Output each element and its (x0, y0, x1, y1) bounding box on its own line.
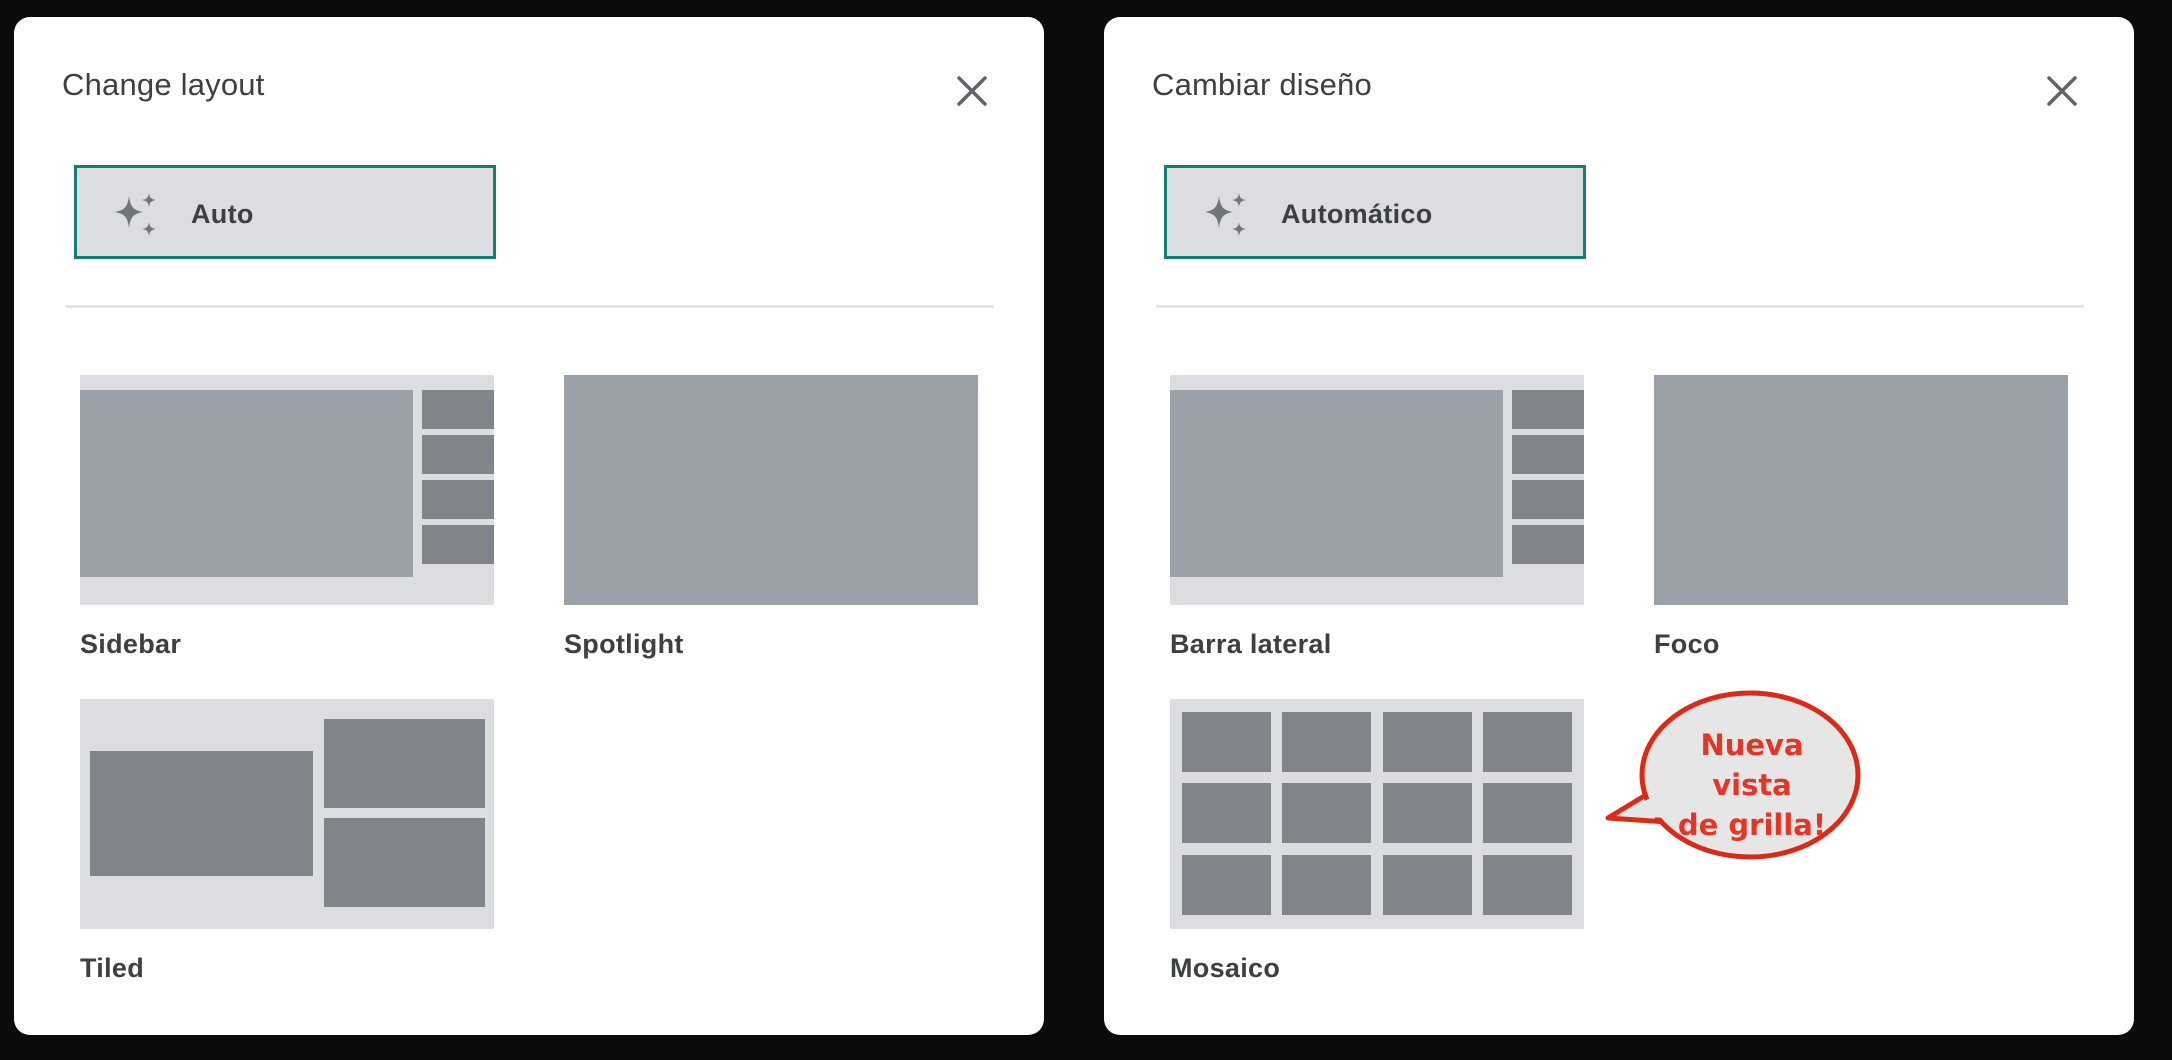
dialog-title: Change layout (62, 67, 265, 102)
dialog-title: Cambiar diseño (1152, 67, 1372, 102)
close-button[interactable] (2040, 69, 2084, 113)
auto-layout-button[interactable]: Auto (74, 165, 496, 259)
layout-option-sidebar[interactable]: Barra lateral (1170, 375, 1584, 659)
layout-option-label: Barra lateral (1170, 629, 1332, 659)
divider (66, 305, 994, 308)
layout-option-label: Foco (1654, 629, 1720, 659)
close-button[interactable] (950, 69, 994, 113)
callout-line-2: de grilla! (1677, 808, 1827, 842)
divider (1156, 305, 2084, 308)
layout-option-label: Mosaico (1170, 953, 1281, 983)
layout-option-label: Spotlight (564, 629, 684, 659)
spotlight-thumbnail (564, 375, 978, 605)
auto-layout-button[interactable]: Automático (1164, 165, 1586, 259)
sparkle-icon (1205, 193, 1246, 236)
layout-option-label: Tiled (80, 953, 145, 983)
sidebar-thumbnail (80, 375, 494, 605)
sidebar-thumbnail (1170, 375, 1584, 605)
layout-option-tiled[interactable]: Mosaico (1170, 699, 1584, 983)
change-layout-dialog-es: Cambiar diseño Automático Barra lateral … (1104, 17, 2134, 1035)
auto-layout-label: Auto (191, 199, 254, 229)
tiled-thumbnail (80, 699, 494, 929)
layout-option-label: Sidebar (80, 629, 182, 659)
layout-option-spotlight[interactable]: Foco (1654, 375, 2068, 659)
close-icon (957, 76, 987, 106)
new-grid-callout: Nueva vista de grilla! (1603, 673, 1867, 863)
grid-thumbnail (1170, 699, 1584, 929)
layout-option-sidebar[interactable]: Sidebar (80, 375, 494, 659)
auto-layout-label: Automático (1281, 199, 1433, 229)
layout-option-tiled[interactable]: Tiled (80, 699, 494, 983)
change-layout-dialog-en: Change layout Auto Sidebar Spotlight Til… (14, 17, 1044, 1035)
layout-option-spotlight[interactable]: Spotlight (564, 375, 978, 659)
callout-line-1: Nueva vista (1700, 728, 1804, 802)
sparkle-icon (115, 193, 156, 236)
close-icon (2047, 76, 2077, 106)
spotlight-thumbnail (1654, 375, 2068, 605)
callout-text: Nueva vista de grilla! (1663, 725, 1841, 845)
